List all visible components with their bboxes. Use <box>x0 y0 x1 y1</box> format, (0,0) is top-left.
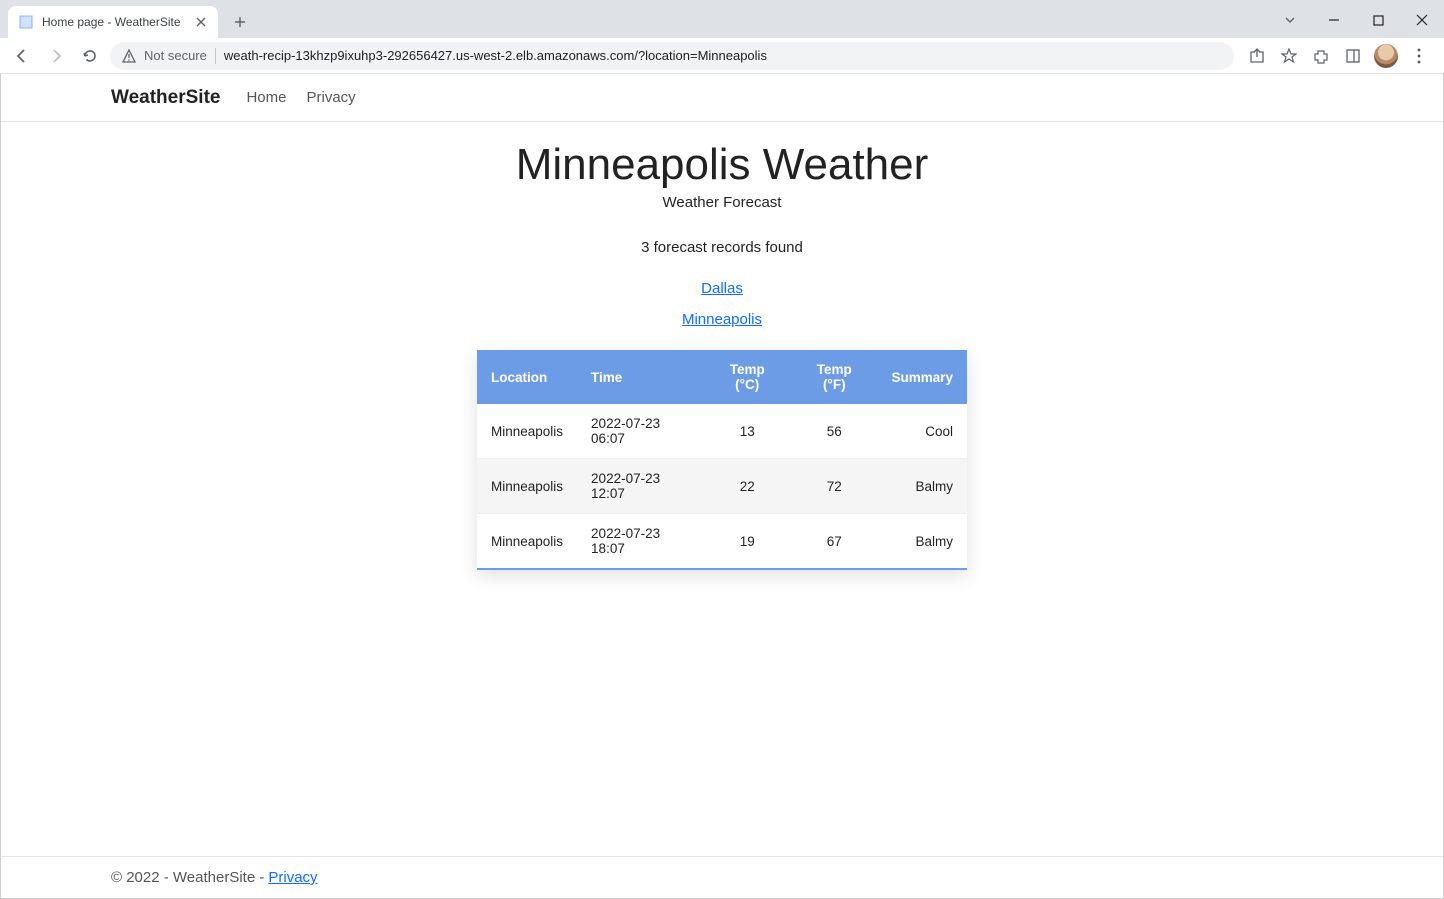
th-temp-c: Temp (°C) <box>703 350 791 404</box>
back-button[interactable] <box>8 42 36 70</box>
table-row: Minneapolis 2022-07-23 06:07 13 56 Cool <box>477 404 967 459</box>
extensions-icon[interactable] <box>1310 45 1332 67</box>
table-row: Minneapolis 2022-07-23 12:07 22 72 Balmy <box>477 459 967 514</box>
cell-temp-c: 22 <box>703 459 791 514</box>
brand[interactable]: WeatherSite <box>111 87 220 109</box>
browser-chrome: Home page - WeatherSite <box>0 0 1444 74</box>
th-temp-f: Temp (°F) <box>791 350 877 404</box>
not-secure-label: Not secure <box>144 48 207 63</box>
address-bar[interactable]: Not secure weath-recip-13khzp9ixuhp3-292… <box>110 42 1234 70</box>
nav-link-home[interactable]: Home <box>246 89 286 106</box>
forecast-table: Location Time Temp (°C) Temp (°F) Summar… <box>477 350 967 570</box>
nav-link-privacy[interactable]: Privacy <box>306 89 355 106</box>
browser-tab[interactable]: Home page - WeatherSite <box>8 6 218 38</box>
location-links: Dallas Minneapolis <box>682 280 762 328</box>
cell-temp-f: 56 <box>791 404 877 459</box>
cell-temp-c: 13 <box>703 404 791 459</box>
cell-temp-f: 67 <box>791 514 877 570</box>
url-text: weath-recip-13khzp9ixuhp3-292656427.us-w… <box>224 48 1222 63</box>
location-link-minneapolis[interactable]: Minneapolis <box>682 311 762 328</box>
reload-button[interactable] <box>76 42 104 70</box>
bookmark-star-icon[interactable] <box>1278 45 1300 67</box>
cell-time: 2022-07-23 06:07 <box>577 404 703 459</box>
menu-dots-icon[interactable] <box>1408 45 1430 67</box>
tab-close-icon[interactable] <box>194 15 208 29</box>
share-icon[interactable] <box>1246 45 1268 67</box>
page-viewport: WeatherSite Home Privacy Minneapolis Wea… <box>0 74 1444 899</box>
cell-temp-f: 72 <box>791 459 877 514</box>
main-content: Minneapolis Weather Weather Forecast 3 f… <box>1 122 1443 856</box>
cell-location: Minneapolis <box>477 404 577 459</box>
cell-temp-c: 19 <box>703 514 791 570</box>
site-nav: WeatherSite Home Privacy <box>1 74 1443 122</box>
cell-summary: Balmy <box>877 514 967 570</box>
toolbar-right-icons <box>1240 44 1436 68</box>
favicon-icon <box>18 14 34 30</box>
location-link-dallas[interactable]: Dallas <box>701 280 743 297</box>
maximize-button[interactable] <box>1356 5 1400 35</box>
th-summary: Summary <box>877 350 967 404</box>
cell-summary: Cool <box>877 404 967 459</box>
chevron-down-icon[interactable] <box>1268 5 1312 35</box>
browser-toolbar: Not secure weath-recip-13khzp9ixuhp3-292… <box>0 38 1444 74</box>
th-location: Location <box>477 350 577 404</box>
side-panel-icon[interactable] <box>1342 45 1364 67</box>
profile-avatar[interactable] <box>1374 44 1398 68</box>
cell-summary: Balmy <box>877 459 967 514</box>
page-subtitle: Weather Forecast <box>663 194 782 211</box>
tab-title: Home page - WeatherSite <box>42 15 186 29</box>
close-window-button[interactable] <box>1400 5 1444 35</box>
record-count: 3 forecast records found <box>641 239 803 256</box>
th-time: Time <box>577 350 703 404</box>
tab-strip: Home page - WeatherSite <box>0 0 1444 38</box>
omnibox-divider <box>215 48 216 64</box>
cell-location: Minneapolis <box>477 459 577 514</box>
not-secure-icon <box>122 49 136 63</box>
site-footer: © 2022 - WeatherSite - Privacy <box>1 856 1443 898</box>
cell-time: 2022-07-23 12:07 <box>577 459 703 514</box>
table-header-row: Location Time Temp (°C) Temp (°F) Summar… <box>477 350 967 404</box>
window-controls <box>1268 4 1444 36</box>
cell-location: Minneapolis <box>477 514 577 570</box>
minimize-button[interactable] <box>1312 5 1356 35</box>
page-title: Minneapolis Weather <box>516 140 929 190</box>
footer-text: © 2022 - WeatherSite - <box>111 869 264 886</box>
table-row: Minneapolis 2022-07-23 18:07 19 67 Balmy <box>477 514 967 570</box>
new-tab-button[interactable] <box>226 8 254 36</box>
forward-button[interactable] <box>42 42 70 70</box>
footer-privacy-link[interactable]: Privacy <box>268 869 317 886</box>
cell-time: 2022-07-23 18:07 <box>577 514 703 570</box>
